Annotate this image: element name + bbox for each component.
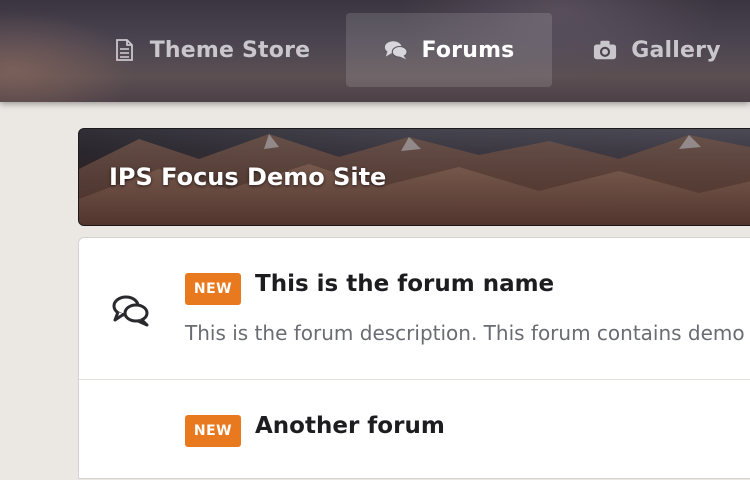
nav-item-theme-store[interactable]: Theme Store [96, 13, 326, 87]
chat-bubbles-icon [110, 290, 154, 330]
nav-item-forums[interactable]: Forums [346, 13, 552, 87]
forum-row[interactable]: NEW Another forum [79, 380, 750, 480]
site-header-banner: IPS Focus Demo Site [78, 128, 750, 226]
document-icon [112, 38, 136, 62]
forum-name-link[interactable]: Another forum [255, 413, 445, 439]
forum-list: NEW This is the forum name This is the f… [78, 237, 750, 479]
nav-item-label: Gallery [631, 37, 721, 63]
chat-bubbles-icon [384, 38, 408, 62]
top-navigation: Theme Store Forums Gallery [0, 0, 750, 102]
nav-item-gallery[interactable]: Gallery [572, 13, 742, 87]
site-title[interactable]: IPS Focus Demo Site [109, 163, 386, 191]
forum-name-link[interactable]: This is the forum name [255, 271, 554, 297]
camera-icon [593, 38, 617, 62]
new-badge: NEW [185, 415, 241, 447]
forum-description: This is the forum description. This foru… [185, 321, 750, 345]
nav-item-label: Theme Store [149, 37, 311, 63]
new-badge: NEW [185, 273, 241, 305]
forum-row[interactable]: NEW This is the forum name This is the f… [79, 238, 750, 380]
nav-item-label: Forums [421, 37, 515, 63]
